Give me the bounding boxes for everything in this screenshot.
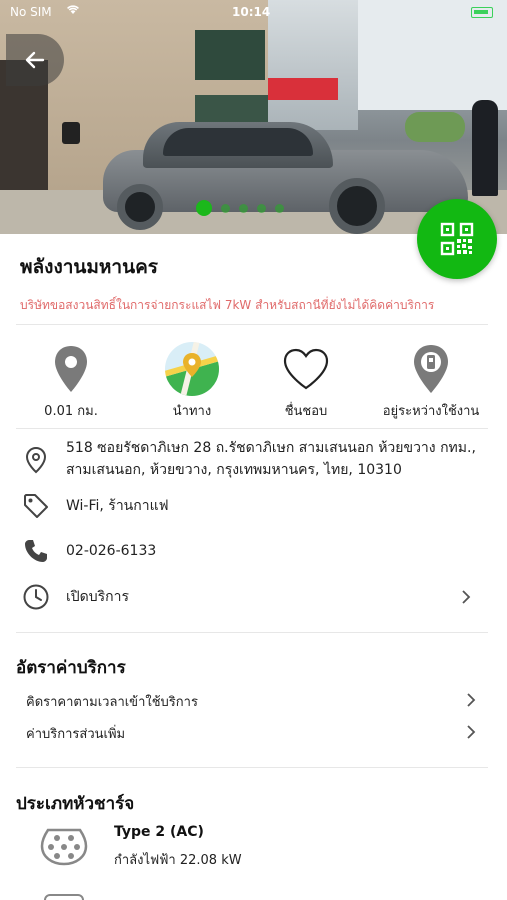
chevron-right-icon <box>462 590 471 604</box>
chevron-right-icon <box>467 693 476 707</box>
rates-section-title: อัตราค่าบริการ <box>16 658 126 678</box>
charging-notice: บริษัทขอสงวนสิทธิ์ในการจ่ายกระแสไฟ 7kW ส… <box>20 298 435 312</box>
photo-car <box>103 118 468 234</box>
carousel-dot[interactable] <box>221 203 230 213</box>
heart-icon <box>251 340 361 398</box>
qr-scan-button[interactable] <box>417 199 497 279</box>
address-line-2: สามเสนนอก, ห้วยขวาง, กรุงเทพมหานคร, ไทย,… <box>66 462 402 478</box>
rate-item-label: คิดราคาตามเวลาเข้าใช้บริการ <box>26 695 198 710</box>
divider <box>16 632 488 633</box>
rate-item-time-based[interactable]: คิดราคาตามเวลาเข้าใช้บริการ <box>26 691 486 712</box>
phone-number[interactable]: 02-026-6133 <box>66 539 156 563</box>
wifi-icon <box>66 4 80 18</box>
action-bar: 0.01 กม. นำทาง ชื่นชอบ อยู่ระหว่างใช้งาน <box>0 340 507 420</box>
carousel-dot[interactable] <box>257 203 266 213</box>
back-button[interactable] <box>6 34 64 86</box>
charging-pin-icon <box>376 340 486 398</box>
clock-icon <box>22 583 50 611</box>
qr-code-icon <box>440 222 474 256</box>
opening-hours-text: เปิดบริการ <box>66 589 130 605</box>
divider <box>16 767 488 768</box>
distance-action[interactable]: 0.01 กม. <box>16 340 126 421</box>
status-bar: No SIM 10:14 <box>0 0 507 26</box>
battery-icon <box>471 7 493 18</box>
plug-power: กำลังไฟฟ้า 22.08 kW <box>114 853 242 868</box>
plug-item-partial <box>0 890 507 900</box>
photo-window <box>195 30 265 80</box>
divider <box>16 324 488 325</box>
navigate-action[interactable]: นำทาง <box>137 340 247 421</box>
photo-person <box>472 100 498 196</box>
location-pin-icon <box>22 446 50 474</box>
carousel-dot[interactable] <box>239 203 248 213</box>
navigate-label: นำทาง <box>172 404 212 419</box>
rate-item-label: ค่าบริการส่วนเพิ่ม <box>26 727 126 742</box>
carrier-label: No SIM <box>10 5 52 19</box>
plug-icon-partial <box>44 894 84 900</box>
favorite-label: ชื่นชอบ <box>284 404 328 419</box>
photo-charger <box>62 122 80 144</box>
tag-icon <box>22 492 50 520</box>
plug-name: Type 2 (AC) <box>114 824 204 840</box>
in-use-label: อยู่ระหว่างใช้งาน <box>382 404 480 419</box>
phone-icon <box>22 537 50 565</box>
map-pin-icon <box>16 340 126 398</box>
photo-tower-stripe <box>268 78 338 100</box>
station-name: พลังงานมหานคร <box>20 256 159 278</box>
in-use-status: อยู่ระหว่างใช้งาน <box>376 340 486 421</box>
carousel-indicator[interactable] <box>196 200 284 216</box>
rate-item-surcharge[interactable]: ค่าบริการส่วนเพิ่ม <box>26 723 486 744</box>
distance-label: 0.01 กม. <box>44 404 98 419</box>
carousel-dot[interactable] <box>275 203 284 213</box>
favorite-action[interactable]: ชื่นชอบ <box>251 340 361 421</box>
maps-app-icon <box>137 340 247 398</box>
station-photo[interactable] <box>0 0 507 234</box>
type2-plug-icon <box>40 828 88 866</box>
amenities-text: Wi-Fi, ร้านกาแฟ <box>66 498 169 514</box>
arrow-left-icon <box>25 51 45 69</box>
divider <box>16 428 488 429</box>
chevron-right-icon <box>467 725 476 739</box>
clock: 10:14 <box>232 5 271 19</box>
address-line-1: 518 ซอยรัชดาภิเษก 28 ถ.รัชดาภิเษก สามเสน… <box>66 440 476 456</box>
carousel-dot[interactable] <box>196 200 212 216</box>
plug-types-section-title: ประเภทหัวชาร์จ <box>16 794 135 814</box>
